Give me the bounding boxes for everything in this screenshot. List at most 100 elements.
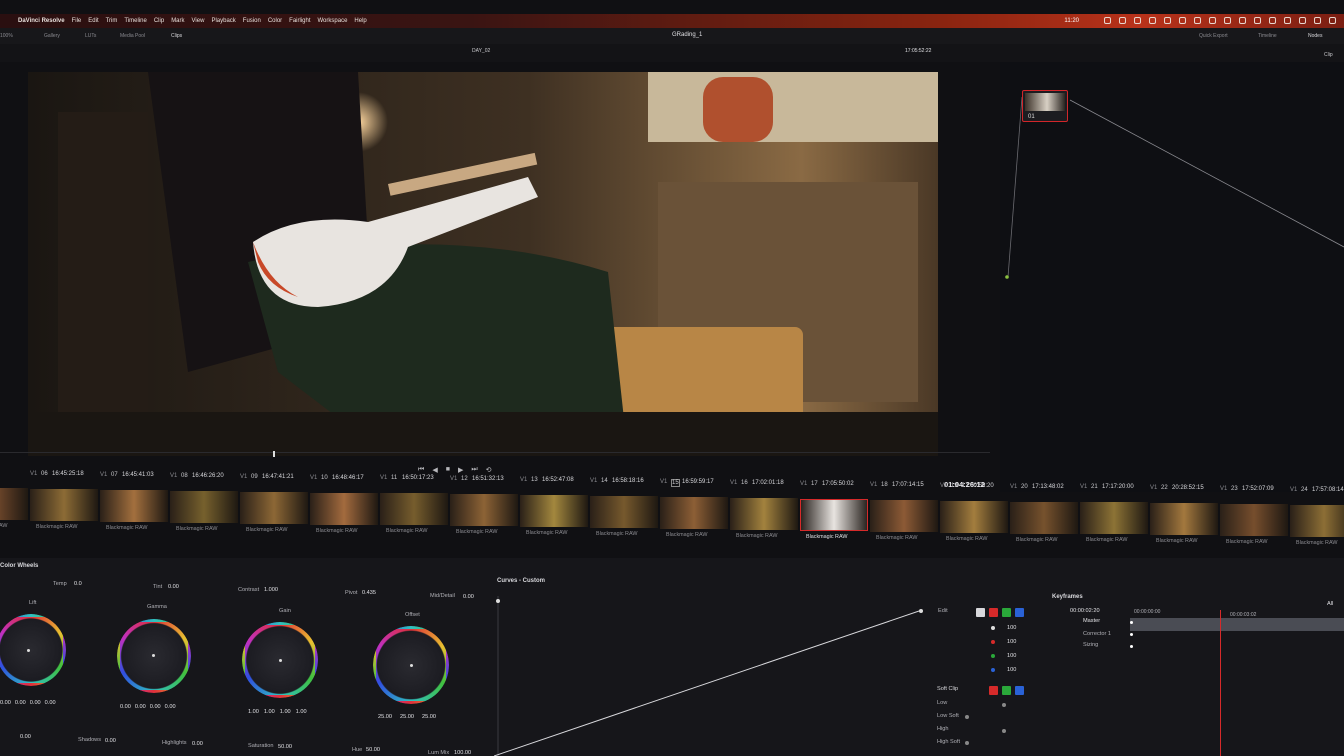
keyframe-row-corrector[interactable]: Corrector 1 xyxy=(1083,631,1111,637)
timeline-button[interactable]: Timeline xyxy=(1258,33,1277,39)
airplay-icon[interactable] xyxy=(1209,17,1216,24)
gain-value-b[interactable]: 1.00 xyxy=(296,709,307,715)
clip-thumbnail[interactable]: V1 11 16:50:17:23 Blackmagic RAW xyxy=(380,470,448,558)
clip-thumbnail-image[interactable] xyxy=(1220,504,1288,537)
clip-mode-button[interactable]: Clip xyxy=(1324,52,1333,58)
low-soft-slider[interactable] xyxy=(965,715,969,719)
quick-export-button[interactable]: Quick Export xyxy=(1199,33,1228,39)
focus-icon[interactable] xyxy=(1314,17,1321,24)
clip-thumbnail[interactable]: V1 19 17:09:59:20 Blackmagic RAW xyxy=(940,470,1008,558)
gamma-value-y[interactable]: 0.00 xyxy=(120,704,131,710)
offset-value-g[interactable]: 25.00 xyxy=(400,714,414,720)
clip-thumbnail-image[interactable] xyxy=(380,493,448,526)
gamma-value-r[interactable]: 0.00 xyxy=(135,704,146,710)
clip-thumbnail-image[interactable] xyxy=(450,494,518,527)
master-keyframe[interactable] xyxy=(1130,621,1133,624)
soft-clip-b-toggle[interactable] xyxy=(1015,686,1024,695)
middetail-value[interactable]: 0.00 xyxy=(463,594,474,600)
clip-thumbnail-image[interactable] xyxy=(0,488,28,520)
timeline-name[interactable]: DAY_02 xyxy=(472,48,490,54)
offset-value-r[interactable]: 25.00 xyxy=(378,714,392,720)
lift-value-b[interactable]: 0.00 xyxy=(45,700,56,706)
menu-playback[interactable]: Playback xyxy=(211,18,235,24)
menu-fairlight[interactable]: Fairlight xyxy=(289,18,310,24)
high-slider[interactable] xyxy=(1002,729,1006,733)
sync-icon[interactable] xyxy=(1329,17,1336,24)
menu-workspace[interactable]: Workspace xyxy=(318,18,348,24)
sizing-keyframe[interactable] xyxy=(1130,645,1133,648)
notification-icon[interactable] xyxy=(1254,17,1261,24)
menu-edit[interactable]: Edit xyxy=(88,18,98,24)
menu-color[interactable]: Color xyxy=(268,18,282,24)
menu-view[interactable]: View xyxy=(192,18,205,24)
menu-app[interactable]: DaVinci Resolve xyxy=(18,18,65,24)
clip-thumbnail[interactable]: V1 12 16:51:32:13 Blackmagic RAW xyxy=(450,470,518,558)
lift-value-r[interactable]: 0.00 xyxy=(15,700,26,706)
clip-thumbnail[interactable]: V1 18 17:07:14:15 Blackmagic RAW xyxy=(870,470,938,558)
hue-value[interactable]: 50.00 xyxy=(366,747,380,753)
gain-value-g[interactable]: 1.00 xyxy=(280,709,291,715)
channel-b-value[interactable]: 100 xyxy=(1007,667,1016,673)
clip-thumbnail[interactable]: V1 23 17:52:07:09 Blackmagic RAW xyxy=(1220,470,1288,558)
gamma-value-g[interactable]: 0.00 xyxy=(150,704,161,710)
low-slider[interactable] xyxy=(1002,703,1006,707)
clip-thumbnail[interactable]: V1 08 16:46:26:20 Blackmagic RAW xyxy=(170,470,238,558)
clip-thumbnail[interactable]: V1 15 16:59:59:17 Blackmagic RAW xyxy=(660,470,728,558)
clip-thumbnail-image[interactable] xyxy=(240,491,308,524)
clip-thumbnail-image[interactable] xyxy=(730,497,798,530)
master-keyframe-track[interactable] xyxy=(1130,618,1344,631)
clip-thumbnail[interactable]: V1 17 17:05:50:02 Blackmagic RAW xyxy=(800,470,868,558)
display-icon[interactable] xyxy=(1194,17,1201,24)
search-icon[interactable] xyxy=(1149,17,1156,24)
clip-thumbnail[interactable]: V1 16 17:02:01:18 Blackmagic RAW xyxy=(730,470,798,558)
clip-thumbnail-image[interactable] xyxy=(1150,503,1218,536)
corrector-keyframe[interactable] xyxy=(1130,633,1133,636)
menubar-clock[interactable]: 11:20 xyxy=(1064,18,1079,24)
gain-value-r[interactable]: 1.00 xyxy=(264,709,275,715)
lummix-value[interactable]: 100.00 xyxy=(454,750,471,756)
keyframes-timecode[interactable]: 00:00:02:20 xyxy=(1070,608,1100,614)
viewer-image[interactable] xyxy=(28,72,938,456)
gain-wheel-puck[interactable] xyxy=(279,659,282,662)
highlights-value[interactable]: 0.00 xyxy=(192,741,203,747)
temp-value[interactable]: 0.0 xyxy=(74,581,82,587)
clip-thumbnail[interactable]: V1 24 17:57:08:14 Blackmagic RAW xyxy=(1290,470,1344,558)
clips-button[interactable]: Clips xyxy=(171,33,182,39)
keyframe-row-sizing[interactable]: Sizing xyxy=(1083,642,1098,648)
offset-value-b[interactable]: 25.00 xyxy=(422,714,436,720)
media-pool-button[interactable]: Media Pool xyxy=(120,33,145,39)
clip-thumbnail-image[interactable] xyxy=(800,498,868,531)
scrubber-line[interactable] xyxy=(0,452,990,453)
lift-value-y[interactable]: 0.00 xyxy=(0,700,11,706)
gallery-button[interactable]: Gallery xyxy=(44,33,60,39)
channel-y-value[interactable]: 100 xyxy=(1007,625,1016,631)
keyframes-filter[interactable]: All xyxy=(1327,601,1333,607)
zoom-level[interactable]: 100% xyxy=(0,33,13,39)
keyframe-row-master[interactable]: Master xyxy=(1083,618,1100,624)
channel-r-toggle[interactable] xyxy=(989,608,998,617)
channel-y-toggle[interactable] xyxy=(976,608,985,617)
pivot-value[interactable]: 0.435 xyxy=(362,590,376,596)
lift-wheel-puck[interactable] xyxy=(27,649,30,652)
keyframe-playhead[interactable] xyxy=(1220,610,1221,756)
channel-g-value[interactable]: 100 xyxy=(1007,653,1016,659)
gamma-value-b[interactable]: 0.00 xyxy=(165,704,176,710)
channel-r-value[interactable]: 100 xyxy=(1007,639,1016,645)
clip-thumbnail-image[interactable] xyxy=(100,489,168,522)
lift-value-g[interactable]: 0.00 xyxy=(30,700,41,706)
screen-icon[interactable] xyxy=(1299,17,1306,24)
saturation-value[interactable]: 50.00 xyxy=(278,744,292,750)
clip-thumbnail[interactable]: V1 07 16:45:41:03 Blackmagic RAW xyxy=(100,470,168,558)
clip-thumbnail[interactable]: V1 10 16:48:46:17 Blackmagic RAW xyxy=(310,470,378,558)
clip-thumbnail-image[interactable] xyxy=(1010,501,1078,534)
clip-thumbnail-image[interactable] xyxy=(310,492,378,525)
menu-fusion[interactable]: Fusion xyxy=(243,18,261,24)
clip-thumbnail[interactable]: V1 21 17:17:20:00 Blackmagic RAW xyxy=(1080,470,1148,558)
gamma-wheel-puck[interactable] xyxy=(152,654,155,657)
volume-icon[interactable] xyxy=(1179,17,1186,24)
menu-timeline[interactable]: Timeline xyxy=(124,18,146,24)
bluetooth-icon[interactable] xyxy=(1164,17,1171,24)
user-icon[interactable] xyxy=(1269,17,1276,24)
tint-value[interactable]: 0.00 xyxy=(168,584,179,590)
menu-clip[interactable]: Clip xyxy=(154,18,164,24)
